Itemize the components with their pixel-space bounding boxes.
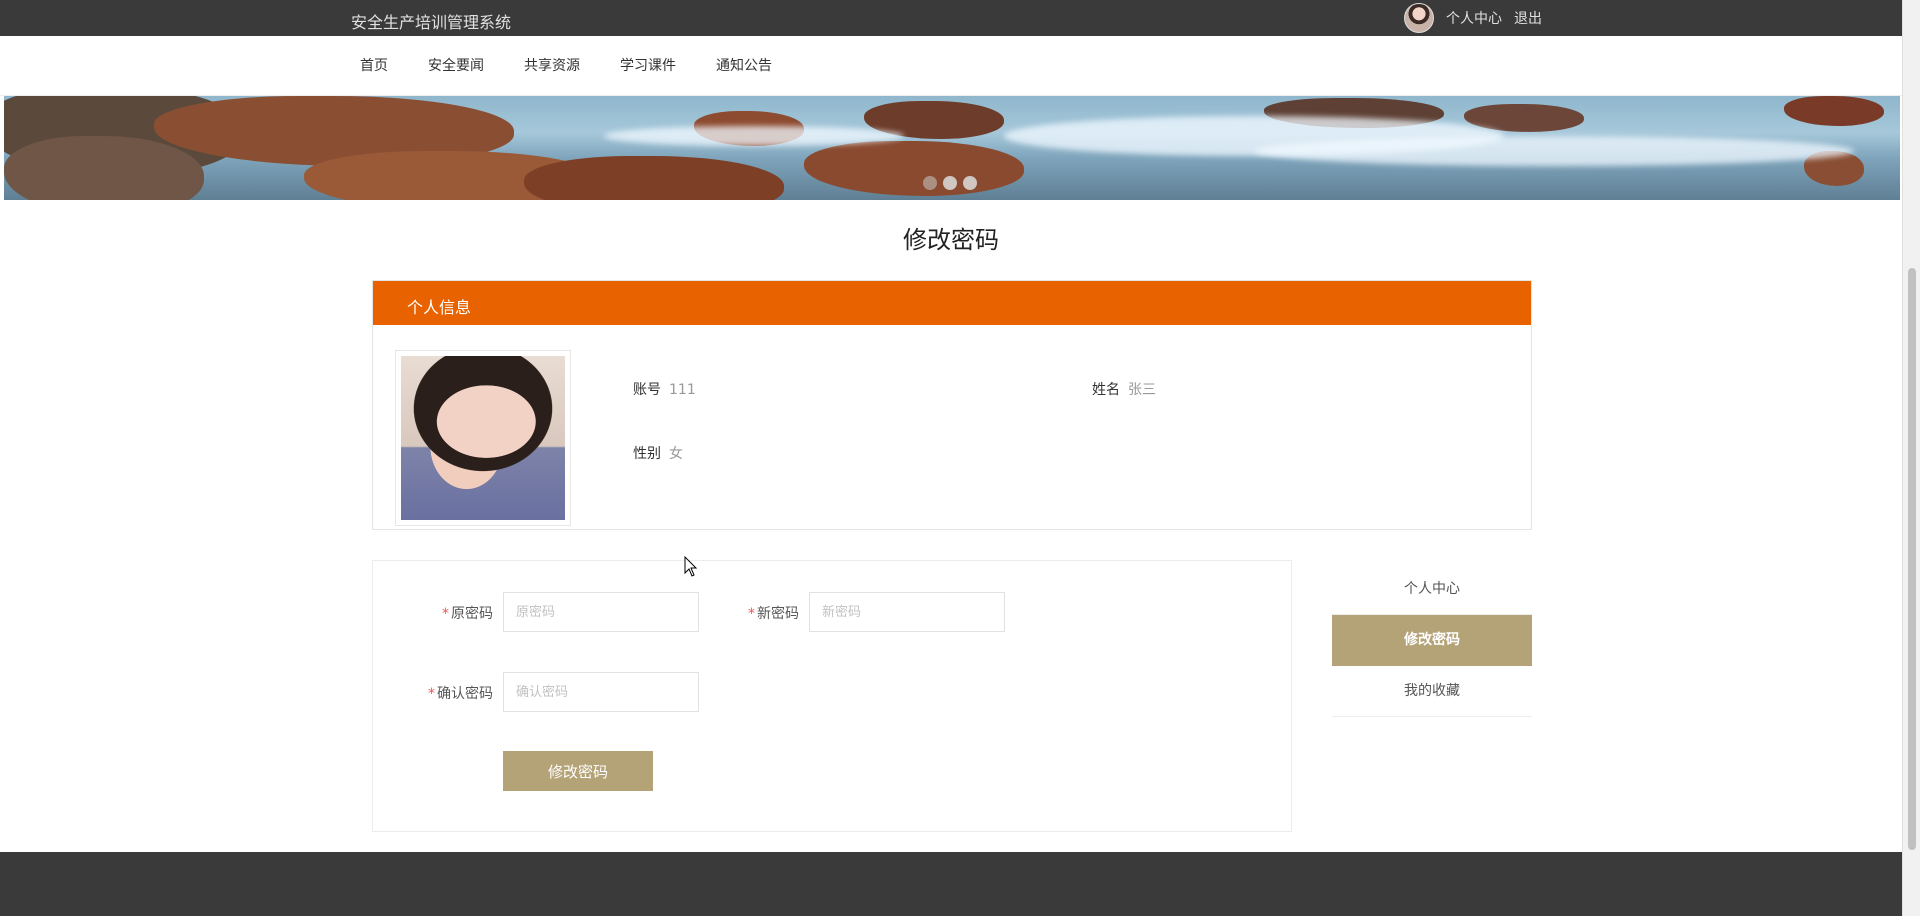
nav-item-courseware[interactable]: 学习课件 xyxy=(620,55,676,75)
banner-rock xyxy=(1784,96,1884,126)
scrollbar-thumb[interactable] xyxy=(1908,268,1916,850)
site-title: 安全生产培训管理系统 xyxy=(351,13,512,32)
main-nav: 首页 安全要闻 共享资源 学习课件 通知公告 xyxy=(0,36,1902,96)
name-label: 姓名 xyxy=(1092,382,1120,398)
page-title: 修改密码 xyxy=(903,226,999,254)
footer xyxy=(0,852,1902,916)
required-mark: * xyxy=(428,686,435,702)
change-password-form: * 原密码 * 新密码 * 确认密码 修改密码 xyxy=(372,560,1292,832)
confirm-password-input[interactable] xyxy=(503,672,699,712)
banner-water xyxy=(1254,136,1854,166)
side-item-user-center[interactable]: 个人中心 xyxy=(1332,564,1532,615)
user-avatar[interactable] xyxy=(1404,3,1434,33)
info-panel-heading: 个人信息 xyxy=(373,281,1531,325)
account-label: 账号 xyxy=(633,382,661,398)
banner-water xyxy=(604,126,904,146)
required-mark: * xyxy=(748,606,755,622)
carousel-dot[interactable] xyxy=(943,176,957,190)
nav-item-shared-resources[interactable]: 共享资源 xyxy=(524,55,580,75)
profile-photo xyxy=(401,356,565,520)
old-password-label: * 原密码 xyxy=(373,603,493,623)
page-scrollbar[interactable] xyxy=(1902,0,1920,916)
profile-photo-frame xyxy=(395,350,571,526)
carousel-dot[interactable] xyxy=(963,176,977,190)
side-item-favorites[interactable]: 我的收藏 xyxy=(1332,666,1532,717)
new-password-label: * 新密码 xyxy=(679,603,799,623)
carousel-dots xyxy=(923,176,977,190)
gender-field: 性别女 xyxy=(633,443,683,463)
banner-rock xyxy=(804,141,1024,196)
account-value: 111 xyxy=(669,382,696,398)
banner-rock xyxy=(524,156,784,200)
side-menu: 个人中心 修改密码 我的收藏 xyxy=(1332,564,1532,717)
mouse-cursor-icon xyxy=(684,556,698,577)
old-password-input[interactable] xyxy=(503,592,699,632)
old-password-label-text: 原密码 xyxy=(451,606,493,622)
account-field: 账号 111 xyxy=(633,379,696,399)
logout-link[interactable]: 退出 xyxy=(1514,8,1542,28)
confirm-password-label-text: 确认密码 xyxy=(437,686,493,702)
confirm-password-label: * 确认密码 xyxy=(373,683,493,703)
required-mark: * xyxy=(442,606,449,622)
personal-info-panel: 个人信息 账号 111 姓名 张三 性别女 xyxy=(372,280,1532,530)
gender-label: 性别 xyxy=(633,446,661,462)
user-area: 个人中心 退出 xyxy=(1404,3,1542,33)
gender-value: 女 xyxy=(669,446,683,462)
user-center-link[interactable]: 个人中心 xyxy=(1446,8,1502,28)
change-password-button[interactable]: 修改密码 xyxy=(503,751,653,791)
new-password-input[interactable] xyxy=(809,592,1005,632)
name-value: 张三 xyxy=(1128,382,1156,398)
name-field: 姓名 张三 xyxy=(1092,379,1156,399)
nav-item-safety-news[interactable]: 安全要闻 xyxy=(428,55,484,75)
nav-item-notices[interactable]: 通知公告 xyxy=(716,55,772,75)
side-item-change-password[interactable]: 修改密码 xyxy=(1332,615,1532,666)
new-password-label-text: 新密码 xyxy=(757,606,799,622)
top-bar: 安全生产培训管理系统 个人中心 退出 xyxy=(0,0,1902,36)
nav-item-home[interactable]: 首页 xyxy=(360,55,388,75)
carousel-dot[interactable] xyxy=(923,176,937,190)
